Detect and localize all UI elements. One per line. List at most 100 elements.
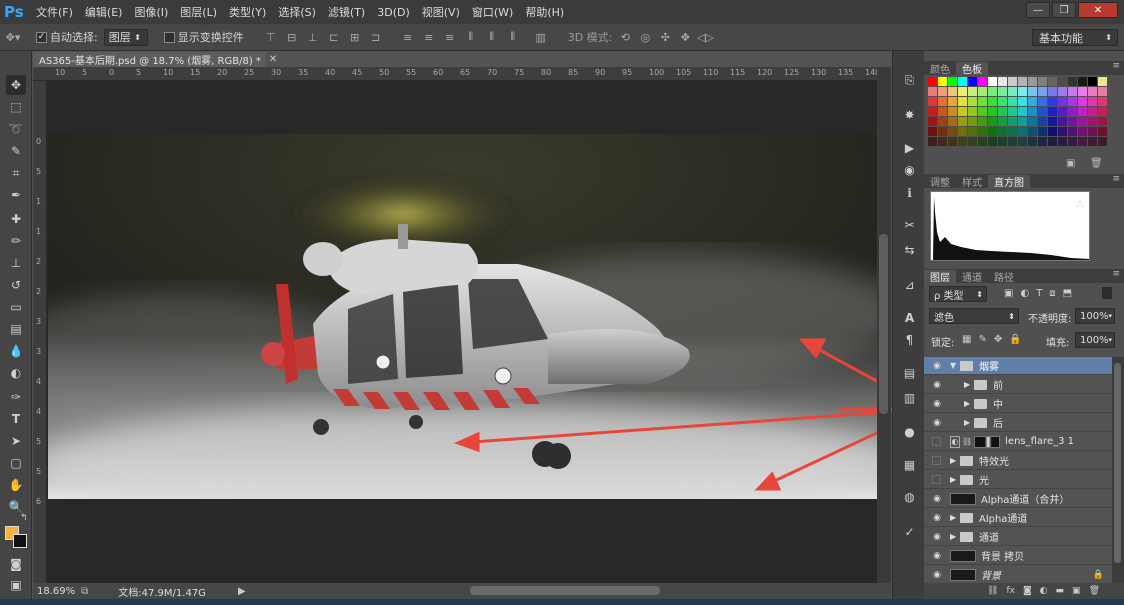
swatch[interactable] — [1048, 97, 1057, 106]
visibility-eye-icon[interactable]: ◉ — [930, 532, 944, 542]
layer-thumbnail[interactable] — [950, 568, 976, 581]
visibility-eye-icon[interactable] — [932, 437, 941, 446]
distribute-top-icon[interactable]: ≡ — [401, 30, 415, 44]
swatch[interactable] — [1058, 137, 1067, 146]
link-layers-icon[interactable]: ⛓ — [987, 586, 998, 596]
menu-select[interactable]: 选择(S) — [272, 4, 322, 20]
layer-row[interactable]: ◉ Alpha通道（合并） — [924, 490, 1112, 508]
filter-type-icon[interactable]: T — [1036, 288, 1042, 299]
add-mask-icon[interactable]: ◙ — [1023, 586, 1032, 596]
swatch[interactable] — [948, 107, 957, 116]
swatch[interactable] — [968, 117, 977, 126]
swatch[interactable] — [1008, 117, 1017, 126]
lock-transparent-icon[interactable]: ▦ — [962, 334, 971, 345]
status-info-icon[interactable]: ⧉ — [81, 586, 88, 597]
collapsed-arrow-icon[interactable]: ▶ — [950, 475, 960, 484]
swatch[interactable] — [1018, 127, 1027, 136]
layer-row[interactable]: ◐ ⛓ lens_flare_3 1 — [924, 433, 1112, 451]
paragraph-panel-icon[interactable]: ¶ — [900, 331, 919, 349]
swatch[interactable] — [1008, 137, 1017, 146]
document-canvas[interactable] — [48, 134, 877, 499]
swatch[interactable] — [1018, 87, 1027, 96]
swatch[interactable] — [998, 77, 1007, 86]
layer-row[interactable]: ◉ 背景 拷贝 — [924, 547, 1112, 565]
info-panel-icon[interactable]: ℹ — [900, 184, 919, 202]
tab-channels[interactable]: 通道 — [956, 270, 988, 284]
visibility-eye-icon[interactable]: ◉ — [930, 513, 944, 523]
blur-tool-icon[interactable]: 💧 — [6, 341, 26, 361]
swatch[interactable] — [938, 97, 947, 106]
filter-shape-icon[interactable]: ⧈ — [1049, 288, 1055, 299]
swatch[interactable] — [1078, 107, 1087, 116]
3d-slide-icon[interactable]: ✥ — [678, 30, 692, 44]
tab-swatches[interactable]: 色板 — [956, 62, 988, 76]
3d-pan-icon[interactable]: ✣ — [658, 30, 672, 44]
tool-presets-icon[interactable]: ⊿ — [900, 276, 919, 294]
swatch[interactable] — [1088, 107, 1097, 116]
swatch[interactable] — [998, 97, 1007, 106]
swatch[interactable] — [1038, 97, 1047, 106]
new-swatch-icon[interactable]: ▣ — [1066, 158, 1075, 169]
swatch[interactable] — [1098, 87, 1107, 96]
swatch[interactable] — [1038, 107, 1047, 116]
layer-filter-kind-dropdown[interactable]: ρ 类型 ⬍ — [929, 286, 987, 302]
swatch[interactable] — [948, 137, 957, 146]
document-tab[interactable]: AS365-基本后期.psd @ 18.7% (烟雾, RGB/8) * ✕ — [33, 52, 277, 67]
swatch[interactable] — [948, 87, 957, 96]
swatch[interactable] — [1048, 77, 1057, 86]
collapsed-arrow-icon[interactable]: ▶ — [950, 513, 960, 522]
align-top-icon[interactable]: ⊤ — [264, 30, 278, 44]
panel-menu-icon[interactable]: ≡ — [1112, 174, 1120, 184]
tab-paths[interactable]: 路径 — [988, 270, 1020, 284]
menu-help[interactable]: 帮助(H) — [519, 4, 570, 20]
swatch[interactable] — [1028, 97, 1037, 106]
swatch[interactable] — [948, 77, 957, 86]
quick-mask-icon[interactable]: ◙ — [6, 554, 26, 574]
timeline-panel-icon[interactable]: ▥ — [900, 389, 919, 407]
swatch[interactable] — [1048, 117, 1057, 126]
swatch[interactable] — [1098, 117, 1107, 126]
adjustment-layer-icon[interactable]: ◐ — [1040, 586, 1048, 596]
swatch[interactable] — [1088, 87, 1097, 96]
distribute-bottom-icon[interactable]: ≡ — [443, 30, 457, 44]
swatch[interactable] — [928, 137, 937, 146]
workspace-dropdown[interactable]: 基本功能 ⬍ — [1032, 29, 1118, 46]
tab-adjustments[interactable]: 调整 — [924, 175, 956, 189]
swatch[interactable] — [988, 127, 997, 136]
new-layer-icon[interactable]: ▣ — [1072, 586, 1081, 596]
swatch[interactable] — [978, 77, 987, 86]
history-panel-icon[interactable]: ⎘ — [900, 71, 919, 89]
swatch[interactable] — [938, 127, 947, 136]
align-right-icon[interactable]: ⊐ — [369, 30, 383, 44]
zoom-level[interactable]: 18.69% — [37, 586, 75, 597]
visibility-eye-icon[interactable] — [932, 456, 941, 465]
visibility-eye-icon[interactable] — [932, 475, 941, 484]
marquee-tool-icon[interactable]: ⬚ — [6, 97, 26, 117]
swatch[interactable] — [988, 77, 997, 86]
layer-row[interactable]: ◉ ▶ 通道 — [924, 528, 1112, 546]
filter-smart-icon[interactable]: ⬒ — [1063, 288, 1072, 299]
show-transform-checkbox[interactable]: 显示变换控件 — [163, 29, 244, 45]
collapsed-arrow-icon[interactable]: ▶ — [964, 418, 974, 427]
swatch[interactable] — [998, 117, 1007, 126]
swatch[interactable] — [928, 87, 937, 96]
brush-tool-icon[interactable]: ✏ — [6, 231, 26, 251]
mask-link-icon[interactable]: ⛓ — [962, 437, 972, 446]
menu-type[interactable]: 类型(Y) — [223, 4, 272, 20]
swatch[interactable] — [998, 87, 1007, 96]
swatch[interactable] — [968, 137, 977, 146]
visibility-eye-icon[interactable]: ◉ — [930, 494, 944, 504]
visibility-eye-icon[interactable]: ◉ — [930, 361, 944, 371]
swatch[interactable] — [1068, 97, 1077, 106]
swatch[interactable] — [1058, 117, 1067, 126]
layer-row[interactable]: ◉ ▶ Alpha通道 — [924, 509, 1112, 527]
swatch[interactable] — [928, 77, 937, 86]
swatch[interactable] — [1068, 137, 1077, 146]
lock-position-icon[interactable]: ✥ — [994, 334, 1002, 345]
swatch[interactable] — [1018, 107, 1027, 116]
swatch[interactable] — [978, 117, 987, 126]
healing-brush-tool-icon[interactable]: ✚ — [6, 209, 26, 229]
filter-toggle[interactable] — [1102, 287, 1112, 299]
brush-settings-icon[interactable]: ✸ — [900, 106, 919, 124]
swatch[interactable] — [998, 107, 1007, 116]
